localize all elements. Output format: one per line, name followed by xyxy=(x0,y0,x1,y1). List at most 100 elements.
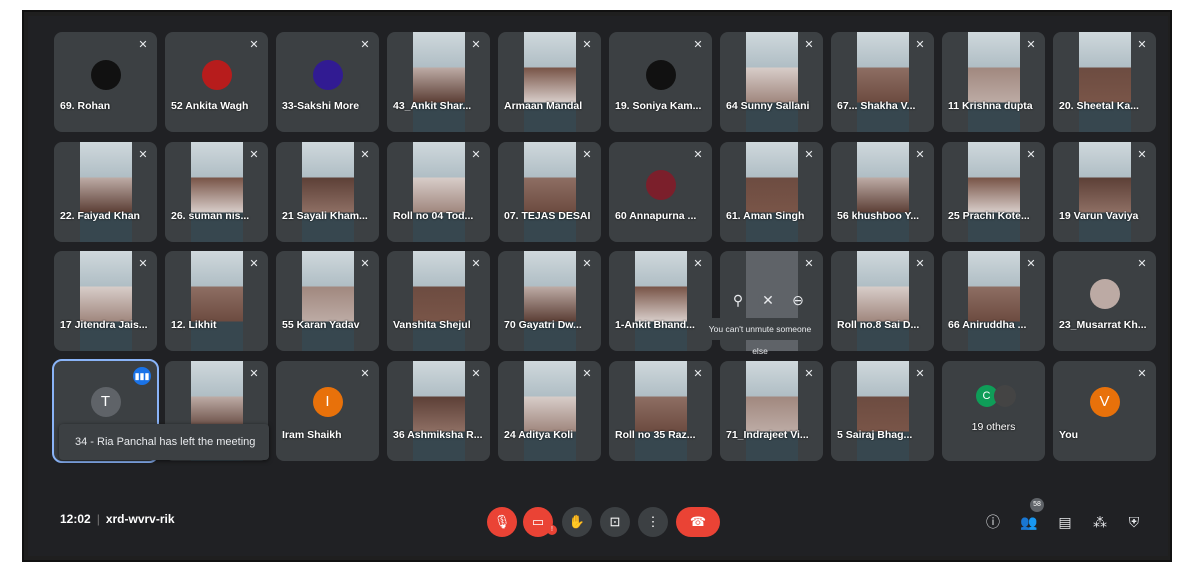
mic-off-icon[interactable]: ✕ xyxy=(758,290,778,310)
participant-tile[interactable]: ✕ Roll no.8 Sai D... xyxy=(831,251,934,351)
participant-name: Roll no.8 Sai D... xyxy=(837,319,920,331)
left-meeting-toast: 34 - Ria Panchal has left the meeting xyxy=(59,424,269,460)
video-feed xyxy=(635,361,687,461)
participant-name: 19 Varun Vaviya xyxy=(1059,210,1139,222)
meeting-code: xrd-wvrv-rik xyxy=(105,512,175,526)
participant-tile[interactable]: ✕ 17 Jitendra Jais... xyxy=(54,251,157,351)
video-feed xyxy=(746,32,798,132)
mic-toggle-button[interactable]: 🎙 xyxy=(487,507,517,537)
participant-tile[interactable]: ✕ Roll no 04 Tod... xyxy=(387,142,490,242)
participant-tile[interactable]: ✕ 52 Ankita Wagh xyxy=(165,32,268,132)
participant-tile[interactable]: ✕ 1-Ankit Bhand... xyxy=(609,251,712,351)
video-feed xyxy=(80,251,132,351)
chat-button[interactable]: ▤ xyxy=(1055,512,1075,532)
participant-count-badge: 58 xyxy=(1030,498,1044,512)
video-feed xyxy=(302,142,354,242)
participant-name: Roll no 04 Tod... xyxy=(393,210,474,222)
participant-tile[interactable]: ✕ 19. Soniya Kam... xyxy=(609,32,712,132)
participant-tile[interactable]: V ✕ You xyxy=(1053,361,1156,461)
participant-name: Vanshita Shejul xyxy=(393,319,471,331)
participant-name: 64 Sunny Sallani xyxy=(726,100,810,112)
participant-tile[interactable]: ✕ 33-Sakshi More xyxy=(276,32,379,132)
avatar: I xyxy=(312,387,343,417)
participant-name: 07. TEJAS DESAI xyxy=(504,210,591,222)
avatar xyxy=(1089,279,1120,309)
participant-tile[interactable]: ✕ 11 Krishna dupta xyxy=(942,32,1045,132)
camera-alert-badge: ! xyxy=(547,525,557,535)
activities-icon: ⁂ xyxy=(1093,514,1107,530)
participant-tile[interactable]: ✕ 5 Sairaj Bhag... xyxy=(831,361,934,461)
tile-hover-controls: ⚲ ✕ ⊖ xyxy=(724,284,816,318)
mic-off-icon: ✕ xyxy=(1026,258,1036,270)
participant-tile[interactable]: ✕ 70 Gayatri Dw... xyxy=(498,251,601,351)
participant-name: 36 Ashmiksha R... xyxy=(393,429,483,441)
participant-tile[interactable]: ✕ 19 Varun Vaviya xyxy=(1053,142,1156,242)
participant-tile[interactable]: ✕ 61. Aman Singh xyxy=(720,142,823,242)
participant-tile[interactable]: ✕ 69. Rohan xyxy=(54,32,157,132)
present-button[interactable]: ⊡ xyxy=(600,507,630,537)
video-feed xyxy=(80,142,132,242)
participant-name: 61. Aman Singh xyxy=(726,210,805,222)
participant-tile[interactable]: ✕ 43_Ankit Shar... xyxy=(387,32,490,132)
participant-tile[interactable]: ✕ 21 Sayali Kham... xyxy=(276,142,379,242)
mic-off-icon: ✕ xyxy=(1137,258,1147,270)
participant-tile[interactable]: ✕ Armaan Mandal xyxy=(498,32,601,132)
participant-tile[interactable]: ✕ Vanshita Shejul xyxy=(387,251,490,351)
participant-tile[interactable]: ✕ 60 Annapurna ... xyxy=(609,142,712,242)
participant-tile[interactable]: ✕ 36 Ashmiksha R... xyxy=(387,361,490,461)
participant-name: You xyxy=(1059,429,1079,441)
participant-tile[interactable]: ✕ 22. Faiyad Khan xyxy=(54,142,157,242)
video-feed xyxy=(857,32,909,132)
mic-off-icon: ✕ xyxy=(582,39,592,51)
mic-off-icon: ✕ xyxy=(249,368,259,380)
mic-off-icon: ✕ xyxy=(582,258,592,270)
participant-tile[interactable]: ✕ 56 khushboo Y... xyxy=(831,142,934,242)
participant-tile[interactable]: ✕ 26. suman nis... xyxy=(165,142,268,242)
mic-off-icon: ✕ xyxy=(249,258,259,270)
participant-tile[interactable]: I ✕ Iram Shaikh xyxy=(276,361,379,461)
raise-hand-button[interactable]: ✋ xyxy=(562,507,592,537)
video-feed xyxy=(857,251,909,351)
participant-name: 60 Annapurna ... xyxy=(615,210,697,222)
pin-icon[interactable]: ⚲ xyxy=(728,290,748,310)
participant-tile[interactable]: ✕ 71_Indrajeet Vi... xyxy=(720,361,823,461)
avatar xyxy=(993,385,1016,407)
participant-tile[interactable]: ✕ 55 Karan Yadav xyxy=(276,251,379,351)
meeting-details-button[interactable]: ⓘ xyxy=(983,512,1003,532)
mic-off-icon: ✕ xyxy=(804,368,814,380)
video-feed xyxy=(524,32,576,132)
participant-tile[interactable]: ✕ 25 Prachi Kote... xyxy=(942,142,1045,242)
mic-off-icon: ✕ xyxy=(360,149,370,161)
video-feed xyxy=(413,142,465,242)
mic-off-icon: ✕ xyxy=(582,368,592,380)
participant-tile[interactable]: ✕ 66 Aniruddha ... xyxy=(942,251,1045,351)
mic-off-icon: ✕ xyxy=(582,149,592,161)
remove-icon[interactable]: ⊖ xyxy=(788,290,808,310)
people-button[interactable]: 👥 xyxy=(1019,512,1039,532)
video-feed xyxy=(1079,142,1131,242)
participant-tile[interactable]: ✕ 20. Sheetal Ka... xyxy=(1053,32,1156,132)
video-feed xyxy=(413,251,465,351)
participant-tile[interactable]: ✕ 67... Shakha V... xyxy=(831,32,934,132)
participant-tile[interactable]: ✕ Roll no 35 Raz... xyxy=(609,361,712,461)
participant-tile[interactable]: ✕ 24 Aditya Koli xyxy=(498,361,601,461)
participant-tile[interactable]: ✕ 23_Musarrat Kh... xyxy=(1053,251,1156,351)
avatar: T xyxy=(90,387,121,417)
participant-tile[interactable]: ✕ 64 Sunny Sallani xyxy=(720,32,823,132)
mic-off-icon: 🎙 xyxy=(493,514,511,529)
activities-button[interactable]: ⁂ xyxy=(1090,512,1110,532)
video-feed xyxy=(191,251,243,351)
participant-name: 26. suman nis... xyxy=(171,210,250,222)
participant-tile[interactable]: ✕ 12. Likhit xyxy=(165,251,268,351)
host-controls-button[interactable]: ⛨ xyxy=(1124,512,1144,532)
info-icon: ⓘ xyxy=(986,514,1000,530)
participant-tile[interactable]: C 19 others xyxy=(942,361,1045,461)
more-options-button[interactable]: ⋮ xyxy=(638,507,668,537)
video-feed xyxy=(302,251,354,351)
participant-tile[interactable]: ✕ 07. TEJAS DESAI xyxy=(498,142,601,242)
video-feed xyxy=(413,32,465,132)
video-feed xyxy=(857,361,909,461)
leave-call-button[interactable]: ☎ xyxy=(676,507,720,537)
participant-name: 55 Karan Yadav xyxy=(282,319,360,331)
participant-name: 43_Ankit Shar... xyxy=(393,100,472,112)
